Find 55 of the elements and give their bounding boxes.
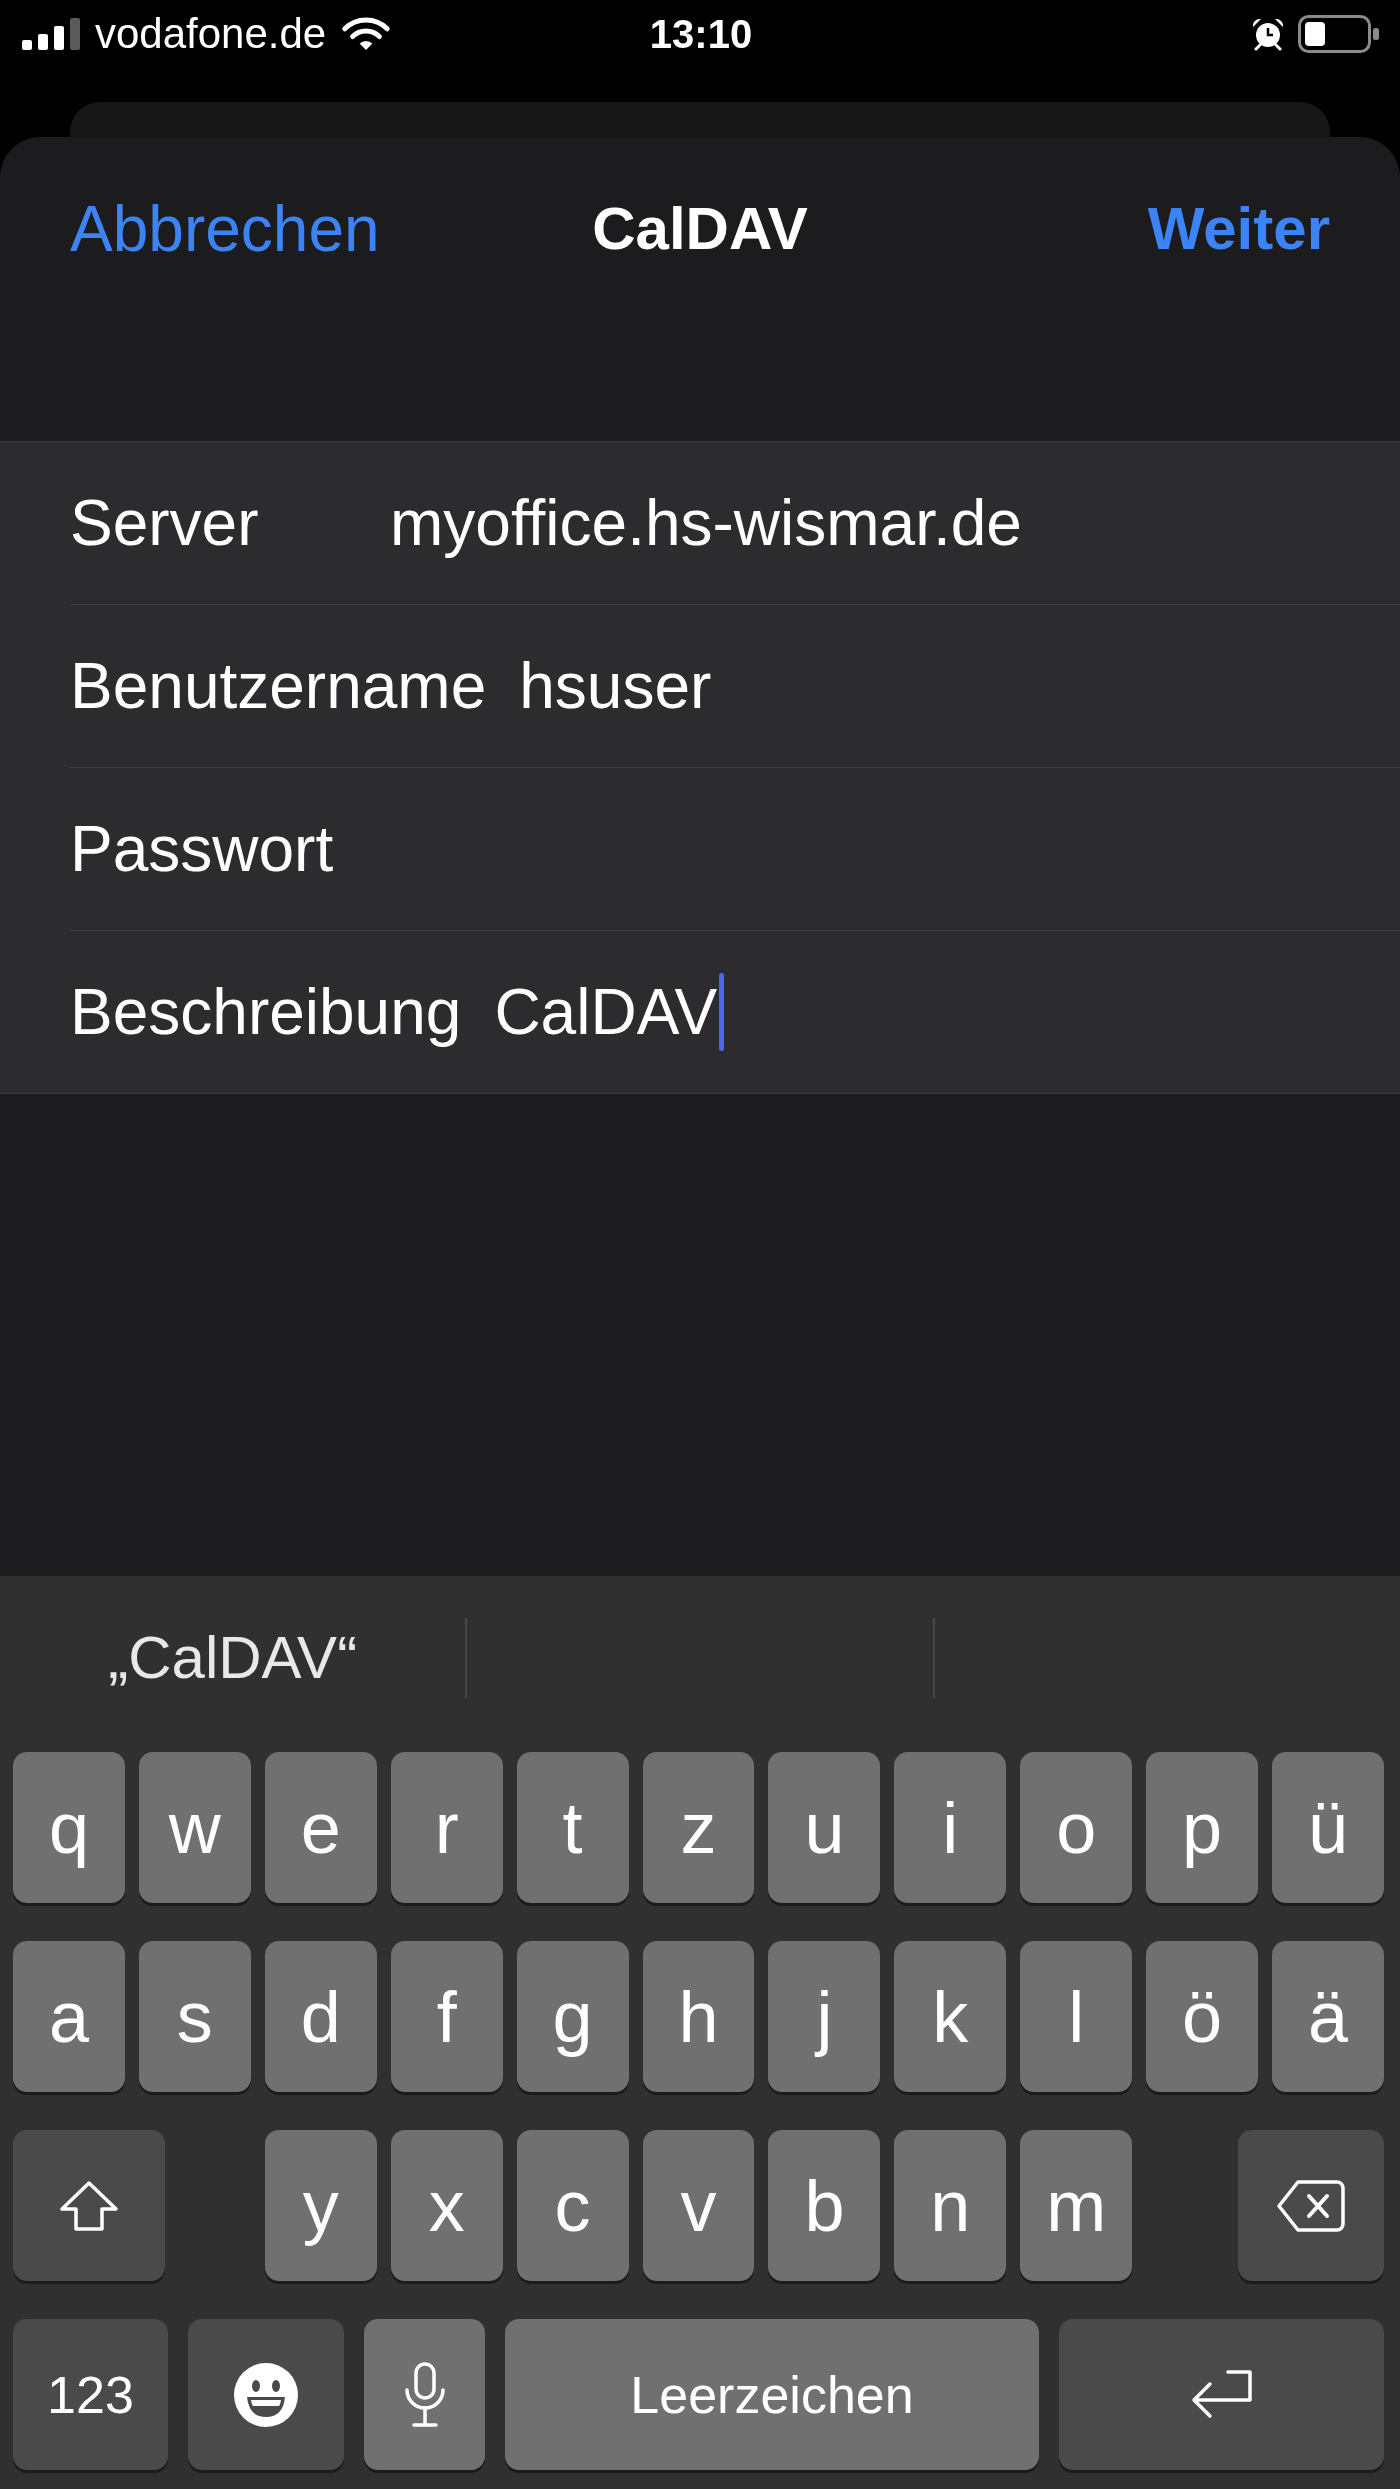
numbers-key[interactable]: 123 [13,2319,168,2470]
keyboard-key[interactable]: h [642,1941,755,2092]
field-label: Server [70,486,260,561]
keyboard-key[interactable]: i [894,1752,1007,1903]
signal-icon [22,18,80,50]
text-field[interactable]: myoffice.hs-wismar.de [390,482,1400,564]
keyboard-key[interactable]: f [390,1941,503,2092]
smiley-icon [234,2362,298,2427]
keyboard-key[interactable]: m [1020,2130,1133,2281]
keyboard-key[interactable]: n [894,2130,1007,2281]
shift-key[interactable] [13,2130,165,2281]
keyboard-key[interactable]: u [768,1752,881,1903]
keyboard-key[interactable]: s [138,1941,251,2092]
field-label: Passwort [70,812,335,887]
field-label: Beschreibung [70,975,462,1050]
keyboard-key[interactable]: l [1020,1941,1133,2092]
keyboard-key[interactable]: t [516,1752,629,1903]
backspace-key[interactable] [1238,2130,1385,2281]
shift-arrow-icon [59,2179,119,2232]
keyboard-key[interactable]: ä [1272,1941,1384,2092]
space-bar[interactable]: Leerzeichen [505,2319,1039,2470]
keyboard-key[interactable]: a [13,1941,125,2092]
field-label: Benutzername [70,649,487,724]
keyboard-key[interactable]: v [642,2130,755,2281]
keyboard-key[interactable]: ö [1146,1941,1259,2092]
keyboard-key[interactable]: p [1146,1752,1259,1903]
keyboard-key[interactable]: r [390,1752,503,1903]
status-time: 13:10 [649,12,753,56]
backspace-icon [1276,2178,1347,2233]
keyboard-key[interactable]: g [516,1941,629,2092]
keyboard-key[interactable]: q [13,1752,125,1903]
text-field[interactable]: hsuser [519,645,1400,727]
cancel-button[interactable]: Abbrechen [70,193,380,265]
keyboard-key[interactable]: w [138,1752,251,1903]
keyboard-key[interactable]: c [516,2130,629,2281]
keyboard-key[interactable]: e [264,1752,377,1903]
battery-icon [1298,15,1380,53]
keyboard-key[interactable]: o [1020,1752,1133,1903]
keyboard-key[interactable]: y [264,2130,377,2281]
nav-title: CalDAV [592,194,808,264]
carrier-name: vodafone.de [95,12,327,56]
text-field[interactable]: CalDAV [494,971,1400,1053]
keyboard-key[interactable]: b [768,2130,881,2281]
keyboard-key[interactable]: x [390,2130,503,2281]
keyboard-key[interactable]: ü [1272,1752,1384,1903]
keyboard-key[interactable]: k [894,1941,1007,2092]
emoji-key[interactable] [188,2319,344,2470]
keyboard-key[interactable]: z [642,1752,755,1903]
autocorrect-suggestion[interactable]: „CalDAV“ [108,1623,358,1693]
next-button[interactable]: Weiter [1147,193,1330,265]
alarm-clock-icon [1251,17,1285,51]
wifi-icon [341,16,392,52]
keyboard-key[interactable]: j [768,1941,881,2092]
dictation-key[interactable] [364,2319,485,2470]
keyboard-key[interactable]: d [264,1941,377,2092]
